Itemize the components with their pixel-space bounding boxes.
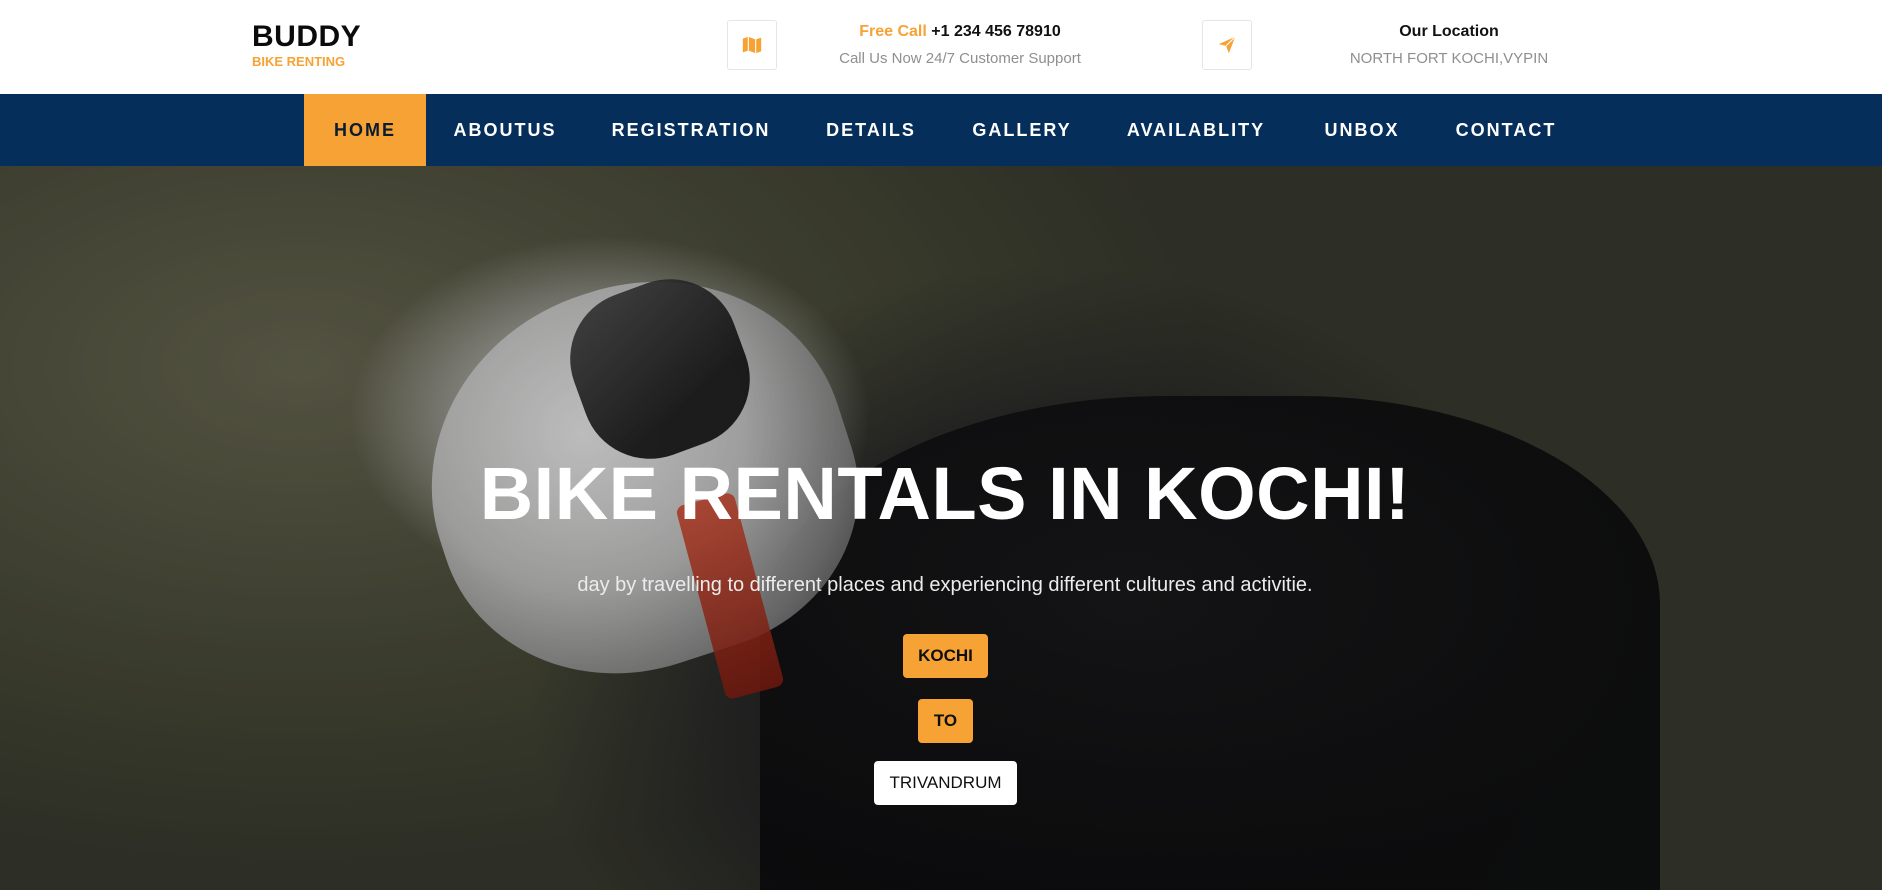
location-address: NORTH FORT KOCHI,VYPIN bbox=[1349, 50, 1549, 67]
hero-title: BIKE RENTALS IN KOCHI! bbox=[479, 452, 1411, 535]
phone-number[interactable]: +1 234 456 78910 bbox=[931, 23, 1060, 40]
hero-banner: BIKE RENTALS IN KOCHI! day by travelling… bbox=[0, 166, 1882, 890]
send-icon bbox=[1202, 20, 1252, 70]
nav-unbox[interactable]: UNBOX bbox=[1316, 94, 1408, 166]
location-info: Our Location NORTH FORT KOCHI,VYPIN bbox=[1325, 22, 1573, 69]
hero-subtitle: day by travelling to different places an… bbox=[577, 574, 1313, 596]
nav-home[interactable]: HOME bbox=[304, 94, 426, 166]
brand-name: BUDDY bbox=[252, 20, 362, 53]
brand-tagline: BIKE RENTING bbox=[252, 54, 346, 69]
nav-registration[interactable]: REGISTRATION bbox=[604, 94, 778, 166]
site-header: BUDDY BIKE RENTING Free Call +1 234 456 … bbox=[0, 0, 1882, 94]
kochi-button[interactable]: KOCHI bbox=[903, 634, 988, 678]
support-note: Call Us Now 24/7 Customer Support bbox=[839, 50, 1081, 67]
nav-availablity[interactable]: AVAILABLITY bbox=[1120, 94, 1272, 166]
brand-logo[interactable]: BUDDY BIKE RENTING bbox=[252, 22, 361, 70]
nav-gallery[interactable]: GALLERY bbox=[966, 94, 1078, 166]
nav-contact[interactable]: CONTACT bbox=[1452, 94, 1560, 166]
main-nav: HOME ABOUTUS REGISTRATION DETAILS GALLER… bbox=[0, 94, 1882, 166]
nav-details[interactable]: DETAILS bbox=[818, 94, 924, 166]
hero-content: BIKE RENTALS IN KOCHI! day by travelling… bbox=[0, 166, 1882, 890]
trivandrum-button[interactable]: TRIVANDRUM bbox=[874, 761, 1017, 805]
to-button[interactable]: TO bbox=[918, 699, 973, 743]
location-title: Our Location bbox=[1399, 23, 1499, 40]
contact-info: Free Call +1 234 456 78910 Call Us Now 2… bbox=[820, 22, 1100, 69]
map-icon bbox=[727, 20, 777, 70]
free-call-label: Free Call bbox=[859, 23, 927, 40]
nav-aboutus[interactable]: ABOUTUS bbox=[446, 94, 564, 166]
